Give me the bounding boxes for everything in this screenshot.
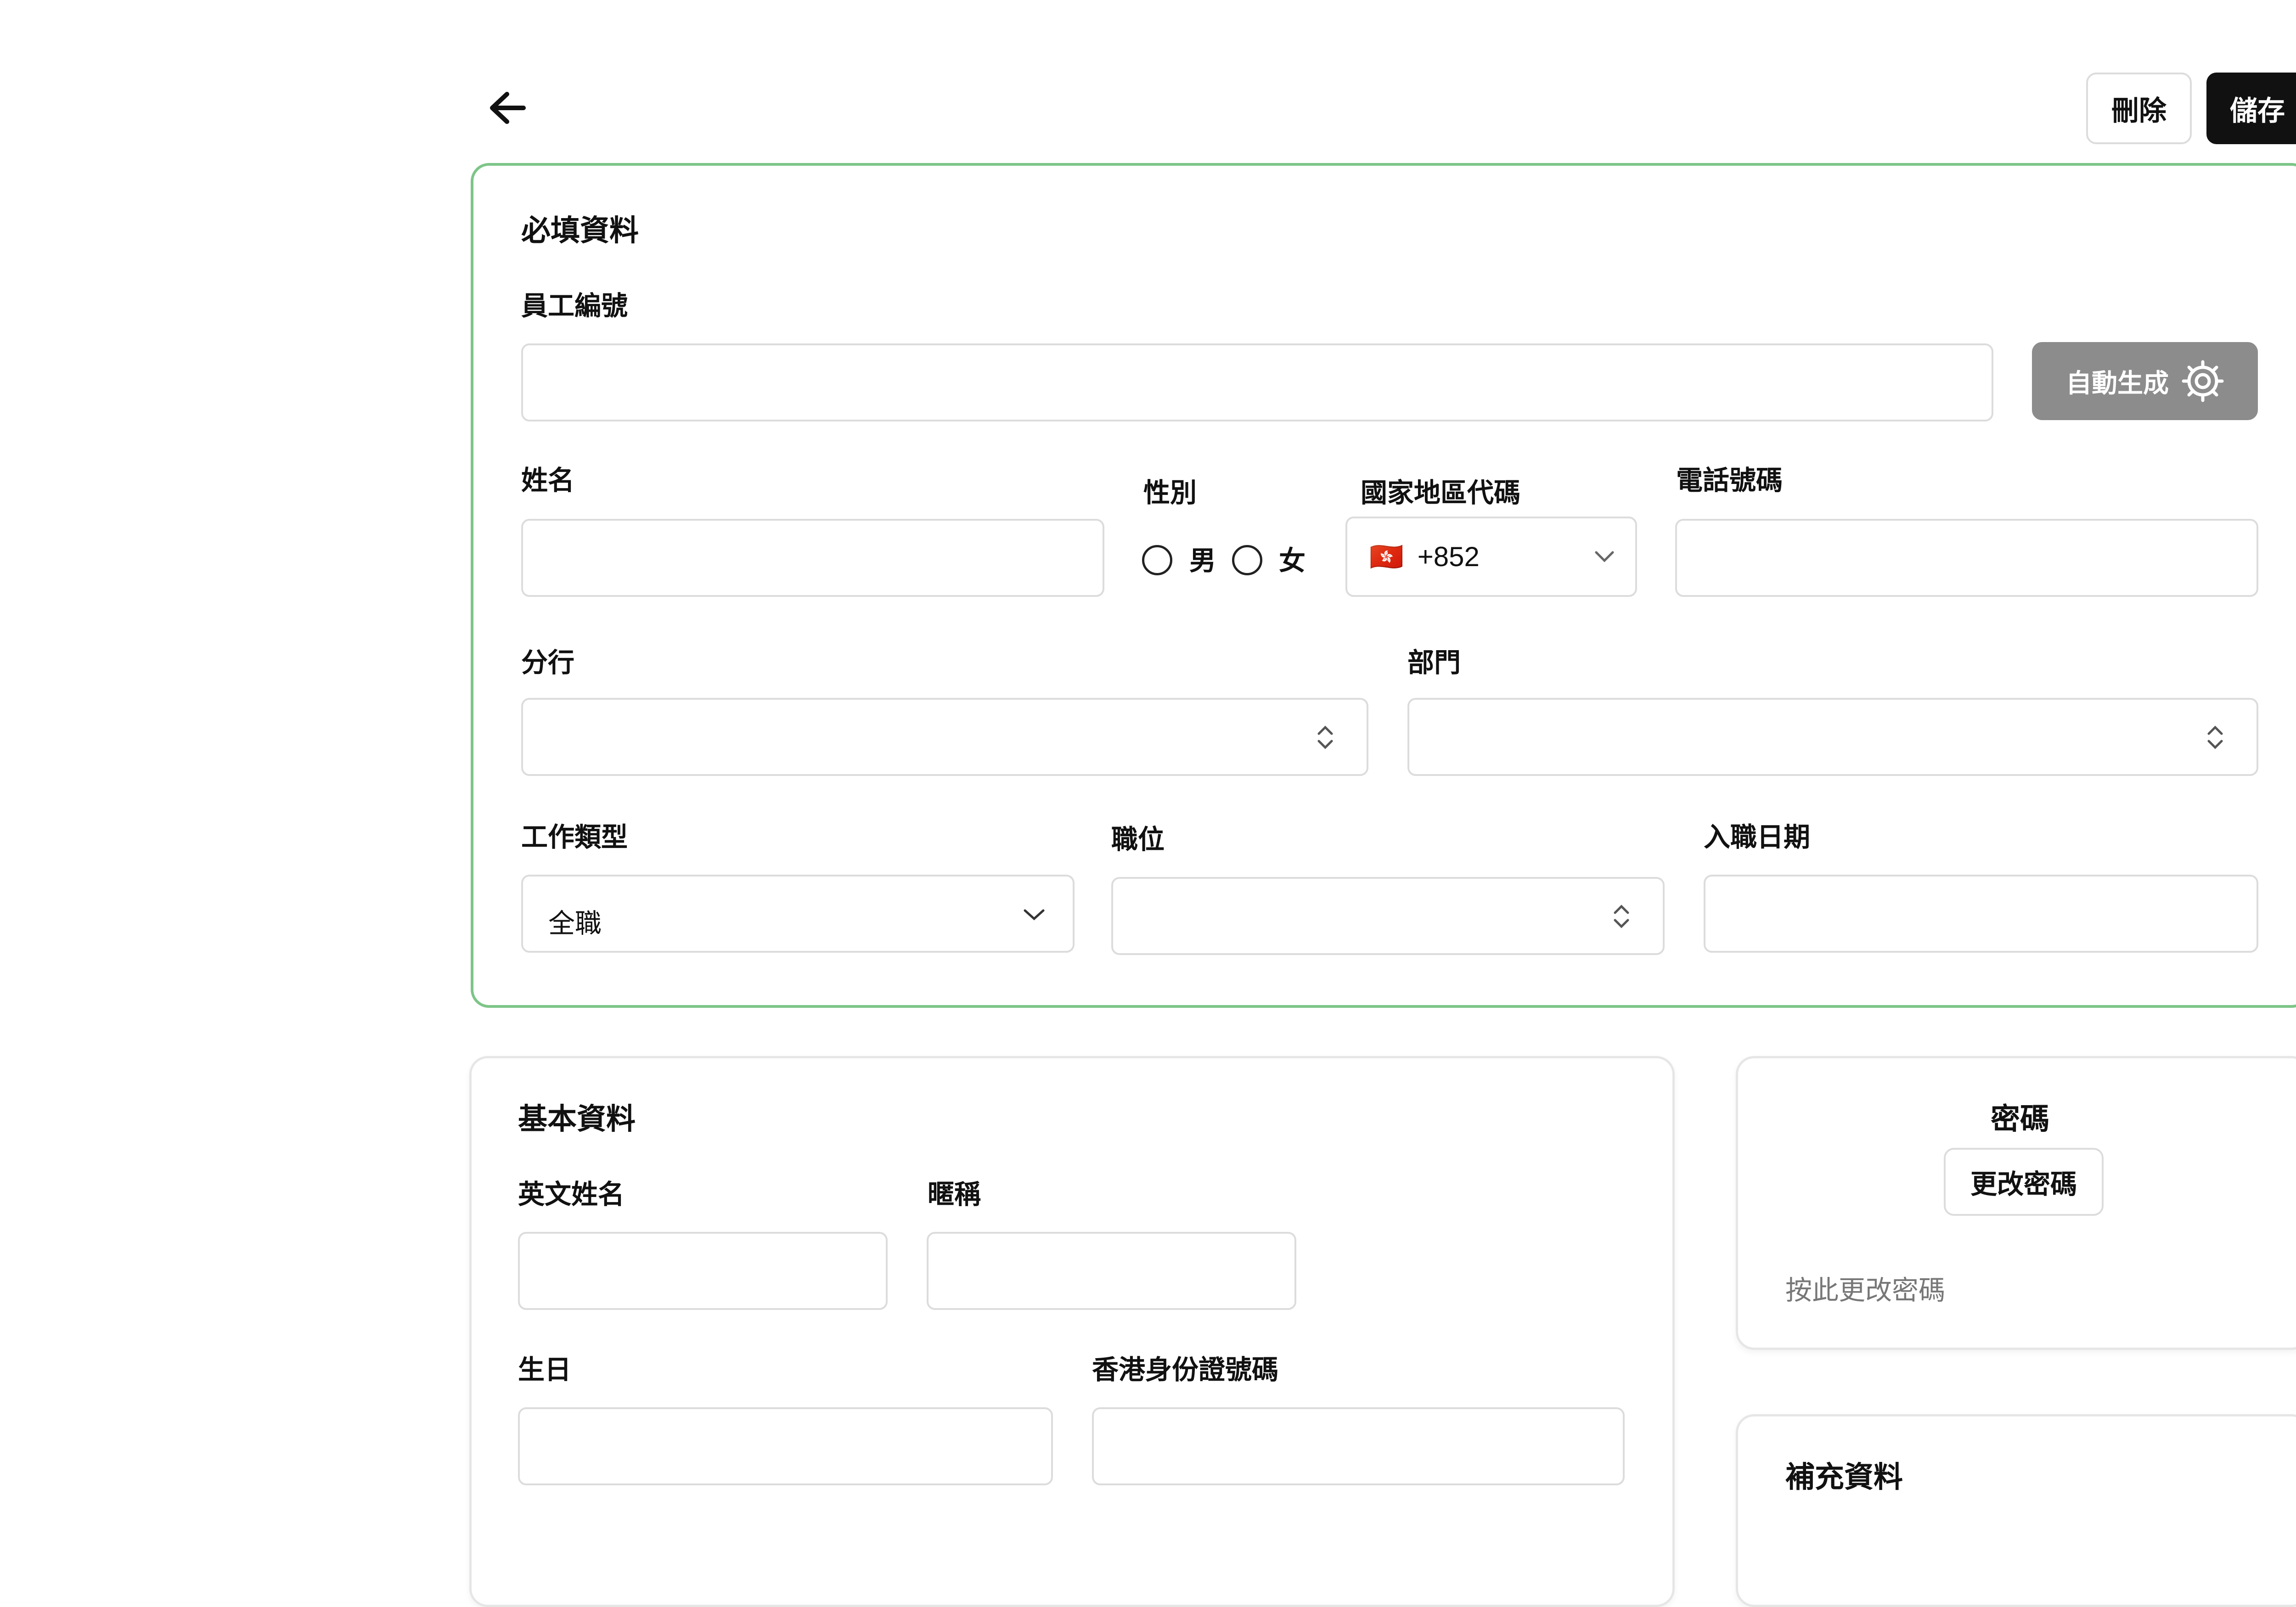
country-code-value: +852 — [1417, 541, 1480, 572]
job-type-label: 工作類型 — [521, 822, 628, 852]
save-button[interactable]: 儲存 — [2206, 73, 2296, 144]
gender-male-radio[interactable] — [1142, 545, 1172, 575]
basic-info-card — [469, 1056, 1675, 1607]
job-type-select[interactable]: 全職 — [521, 875, 1075, 953]
name-input[interactable] — [521, 519, 1104, 597]
department-select[interactable] — [1407, 698, 2258, 776]
phone-input[interactable] — [1675, 519, 2258, 597]
nickname-label: 暱稱 — [928, 1180, 981, 1209]
gender-female-radio[interactable] — [1232, 545, 1262, 575]
hkid-label: 香港身份證號碼 — [1092, 1355, 1279, 1385]
stepper-icon — [1614, 905, 1629, 928]
chevron-down-icon — [1024, 909, 1045, 921]
employee-id-label: 員工編號 — [521, 291, 628, 321]
hk-flag-icon: 🇭🇰 — [1369, 541, 1404, 572]
gender-label: 性別 — [1143, 478, 1197, 508]
position-label: 職位 — [1111, 825, 1165, 854]
branch-label: 分行 — [521, 648, 575, 678]
english-name-input[interactable] — [518, 1232, 888, 1310]
position-select[interactable] — [1111, 877, 1665, 955]
supplementary-card — [1736, 1414, 2296, 1607]
auto-generate-label: 自動生成 — [2066, 368, 2169, 398]
country-code-label: 國家地區代碼 — [1361, 478, 1521, 508]
stepper-icon — [2207, 725, 2223, 749]
hkid-input[interactable] — [1092, 1407, 1625, 1485]
supplementary-title: 補充資料 — [1785, 1461, 1903, 1494]
join-date-label: 入職日期 — [1704, 822, 1811, 852]
branch-select[interactable] — [521, 698, 1368, 776]
delete-button[interactable]: 刪除 — [2086, 73, 2192, 144]
password-title: 密碼 — [1991, 1102, 2049, 1135]
birthday-input[interactable] — [518, 1407, 1053, 1485]
employee-id-input[interactable] — [521, 343, 1993, 421]
birthday-label: 生日 — [518, 1355, 572, 1385]
arrow-left-icon[interactable] — [487, 90, 528, 126]
join-date-input[interactable] — [1704, 875, 2258, 953]
country-code-select[interactable]: 🇭🇰 +852 — [1345, 517, 1637, 597]
chevron-down-icon — [1595, 551, 1614, 562]
change-password-button[interactable]: 更改密碼 — [1944, 1148, 2104, 1216]
change-password-hint: 按此更改密碼 — [1785, 1275, 1946, 1305]
nickname-input[interactable] — [927, 1232, 1296, 1310]
phone-label: 電話號碼 — [1676, 466, 1783, 495]
gender-female-label: 女 — [1279, 546, 1306, 576]
gender-male-label: 男 — [1189, 546, 1216, 576]
auto-generate-button[interactable]: 自動生成 — [2032, 342, 2258, 420]
gear-icon — [2182, 360, 2224, 402]
basic-info-title: 基本資料 — [518, 1102, 636, 1135]
name-label: 姓名 — [521, 466, 575, 495]
required-info-title: 必填資料 — [521, 214, 639, 247]
job-type-value: 全職 — [548, 909, 602, 938]
english-name-label: 英文姓名 — [518, 1180, 625, 1209]
stepper-icon — [1317, 725, 1333, 749]
department-label: 部門 — [1407, 648, 1461, 678]
